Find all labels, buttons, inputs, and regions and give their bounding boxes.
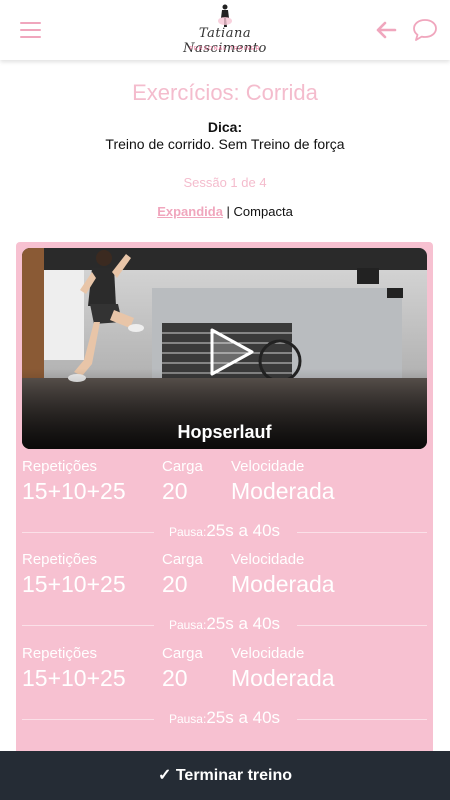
reps-label: Repetições xyxy=(22,458,98,475)
view-expanded-link[interactable]: Expandida xyxy=(157,204,223,219)
top-app-bar: Tatiana Nascimento PERSONAL TRAINER xyxy=(0,0,450,60)
pause-label: Pausa: xyxy=(168,525,207,539)
load-column: Carga 20 xyxy=(162,645,203,692)
speed-label: Velocidade xyxy=(231,645,305,662)
view-toggle: Expandida | Compacta xyxy=(0,204,450,219)
pause-row: Pausa:25s a 40s xyxy=(16,521,433,543)
pause-value: 25s a 40s xyxy=(206,521,281,540)
pause-row: Pausa:25s a 40s xyxy=(16,708,433,730)
reps-column: Repetições 15+10+25 xyxy=(22,645,126,692)
reps-label: Repetições xyxy=(22,551,98,568)
tip-label: Dica: xyxy=(207,119,243,135)
load-value: 20 xyxy=(162,478,188,504)
reps-value: 15+10+25 xyxy=(22,665,126,691)
speed-label: Velocidade xyxy=(231,458,305,475)
pause-value: 25s a 40s xyxy=(206,614,281,633)
hamburger-menu-icon[interactable] xyxy=(20,22,41,38)
pause-text: Pausa:25s a 40s xyxy=(16,708,433,728)
exercise-set-row: Repetições 15+10+25 Carga 20 Velocidade … xyxy=(22,645,427,705)
view-separator: | xyxy=(222,204,234,219)
tip-text: Treino de corrido. Sem Treino de força xyxy=(105,136,345,152)
finish-workout-label: ✓ Terminar treino xyxy=(157,767,293,784)
load-value: 20 xyxy=(162,665,188,691)
exercise-name: Hopserlauf xyxy=(177,422,272,442)
pause-text: Pausa:25s a 40s xyxy=(16,521,433,541)
load-label: Carga xyxy=(162,458,203,475)
view-compact-link[interactable]: Compacta xyxy=(234,204,293,219)
pause-text: Pausa:25s a 40s xyxy=(16,614,433,634)
chat-bubble-icon[interactable] xyxy=(412,18,438,42)
load-value: 20 xyxy=(162,571,188,597)
pause-value: 25s a 40s xyxy=(206,708,281,727)
arrow-left-icon[interactable] xyxy=(374,18,398,42)
load-column: Carga 20 xyxy=(162,551,203,598)
brand-logo: Tatiana Nascimento PERSONAL TRAINER xyxy=(170,2,280,58)
speed-value: Moderada xyxy=(231,478,335,504)
speed-value: Moderada xyxy=(231,665,335,691)
exercise-video[interactable]: Hopserlauf xyxy=(22,248,427,449)
pause-row: Pausa:25s a 40s xyxy=(16,614,433,636)
exercise-card: Hopserlauf Repetições 15+10+25 Carga 20 … xyxy=(16,242,433,762)
reps-value: 15+10+25 xyxy=(22,478,126,504)
pause-label: Pausa: xyxy=(168,618,207,632)
reps-label: Repetições xyxy=(22,645,98,662)
logo-subtitle: PERSONAL TRAINER xyxy=(189,46,261,52)
pause-label: Pausa: xyxy=(168,712,207,726)
reps-column: Repetições 15+10+25 xyxy=(22,551,126,598)
logo-figure-icon xyxy=(218,4,232,27)
finish-workout-button[interactable]: ✓ Terminar treino xyxy=(0,751,450,800)
load-label: Carga xyxy=(162,551,203,568)
reps-value: 15+10+25 xyxy=(22,571,126,597)
reps-column: Repetições 15+10+25 xyxy=(22,458,126,505)
load-column: Carga 20 xyxy=(162,458,203,505)
play-icon[interactable] xyxy=(204,326,256,378)
session-counter: Sessão 1 de 4 xyxy=(183,175,267,190)
exercise-set-row: Repetições 15+10+25 Carga 20 Velocidade … xyxy=(22,551,427,611)
exercise-set-row: Repetições 15+10+25 Carga 20 Velocidade … xyxy=(22,458,427,518)
speed-column: Velocidade Moderada xyxy=(231,458,335,505)
load-label: Carga xyxy=(162,645,203,662)
page-title: Exercícios: Corrida xyxy=(132,80,318,105)
speed-label: Velocidade xyxy=(231,551,305,568)
speed-value: Moderada xyxy=(231,571,335,597)
speed-column: Velocidade Moderada xyxy=(231,551,335,598)
speed-column: Velocidade Moderada xyxy=(231,645,335,692)
